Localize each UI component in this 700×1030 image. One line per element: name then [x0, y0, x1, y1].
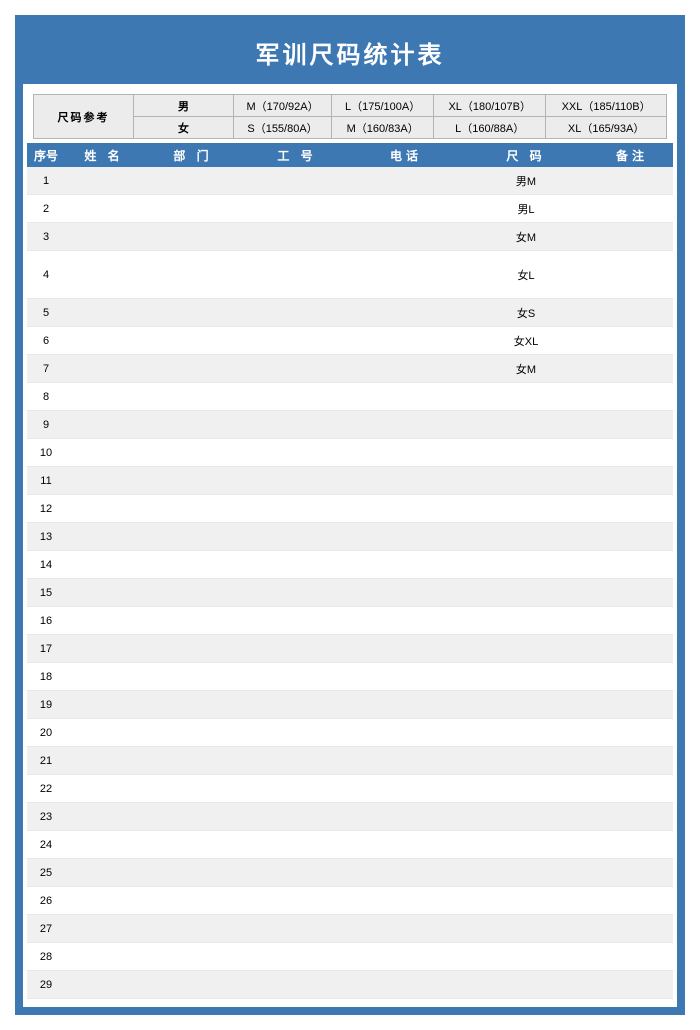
table-row: 13: [27, 523, 673, 551]
cell-seq: 23: [27, 811, 65, 823]
cell-seq: 12: [27, 503, 65, 515]
cell-seq: 2: [27, 203, 65, 215]
ref-gender-female: 女: [134, 117, 234, 139]
header-seq: 序号: [27, 147, 65, 164]
table-row: 1 男M: [27, 167, 673, 195]
cell-seq: 26: [27, 895, 65, 907]
cell-seq: 21: [27, 755, 65, 767]
cell-seq: 4: [27, 269, 65, 281]
cell-seq: 3: [27, 231, 65, 243]
table-body: 1 男M 2 男L 3 女M 4 女L 5 女S 6 女XL 7 女M 8 9 10 11 12 13 14 15 16 17…: [23, 167, 677, 999]
header-note: 备注: [591, 147, 673, 164]
cell-seq: 29: [27, 979, 65, 991]
cell-size: 女L: [461, 267, 591, 283]
ref-size-cell: M（160/83A）: [332, 117, 434, 139]
table-header-row: 序号 姓 名 部 门 工 号 电话 尺 码 备注: [27, 143, 673, 167]
cell-seq: 20: [27, 727, 65, 739]
table-row: 28: [27, 943, 673, 971]
table-row: 26: [27, 887, 673, 915]
table-row: 24: [27, 831, 673, 859]
table-row: 23: [27, 803, 673, 831]
cell-size: 女XL: [461, 333, 591, 349]
table-row: 9: [27, 411, 673, 439]
cell-seq: 6: [27, 335, 65, 347]
table-row: 16: [27, 607, 673, 635]
header-phone: 电话: [351, 147, 461, 164]
cell-seq: 18: [27, 671, 65, 683]
cell-size: 男L: [461, 201, 591, 217]
cell-seq: 22: [27, 783, 65, 795]
document-container: 军训尺码统计表 尺码参考 男 M（170/92A） L（175/100A） XL…: [15, 15, 685, 1015]
table-row: 22: [27, 775, 673, 803]
table-row: 27: [27, 915, 673, 943]
table-row: 17: [27, 635, 673, 663]
table-row: 2 男L: [27, 195, 673, 223]
table-row: 19: [27, 691, 673, 719]
header-id: 工 号: [243, 147, 351, 164]
ref-label: 尺码参考: [34, 95, 134, 139]
cell-seq: 16: [27, 615, 65, 627]
cell-seq: 9: [27, 419, 65, 431]
cell-seq: 1: [27, 175, 65, 187]
cell-seq: 17: [27, 643, 65, 655]
cell-size: 男M: [461, 173, 591, 189]
table-row: 21: [27, 747, 673, 775]
table-row: 8: [27, 383, 673, 411]
table-row: 20: [27, 719, 673, 747]
table-row: 25: [27, 859, 673, 887]
size-reference-table: 尺码参考 男 M（170/92A） L（175/100A） XL（180/107…: [33, 94, 667, 139]
cell-size: 女M: [461, 361, 591, 377]
ref-size-cell: M（170/92A）: [234, 95, 332, 117]
cell-seq: 15: [27, 587, 65, 599]
cell-seq: 7: [27, 363, 65, 375]
cell-seq: 19: [27, 699, 65, 711]
cell-seq: 8: [27, 391, 65, 403]
ref-size-cell: S（155/80A）: [234, 117, 332, 139]
header-size: 尺 码: [461, 147, 591, 164]
table-row: 12: [27, 495, 673, 523]
table-row: 29: [27, 971, 673, 999]
ref-size-cell: XL（165/93A）: [546, 117, 667, 139]
ref-row-male: 尺码参考 男 M（170/92A） L（175/100A） XL（180/107…: [34, 95, 667, 117]
cell-seq: 27: [27, 923, 65, 935]
ref-gender-male: 男: [134, 95, 234, 117]
ref-size-cell: L（160/88A）: [434, 117, 546, 139]
page-title: 军训尺码统计表: [23, 23, 677, 84]
table-row: 4 女L: [27, 251, 673, 299]
header-name: 姓 名: [65, 147, 143, 164]
table-row: 18: [27, 663, 673, 691]
table-row: 10: [27, 439, 673, 467]
table-row: 11: [27, 467, 673, 495]
header-dept: 部 门: [143, 147, 243, 164]
table-row: 14: [27, 551, 673, 579]
ref-size-cell: XL（180/107B）: [434, 95, 546, 117]
cell-seq: 28: [27, 951, 65, 963]
cell-seq: 13: [27, 531, 65, 543]
cell-size: 女S: [461, 305, 591, 321]
table-row: 7 女M: [27, 355, 673, 383]
cell-seq: 11: [27, 475, 65, 487]
table-row: 6 女XL: [27, 327, 673, 355]
table-row: 5 女S: [27, 299, 673, 327]
ref-size-cell: L（175/100A）: [332, 95, 434, 117]
table-row: 15: [27, 579, 673, 607]
table-row: 3 女M: [27, 223, 673, 251]
cell-size: 女M: [461, 229, 591, 245]
cell-seq: 5: [27, 307, 65, 319]
cell-seq: 14: [27, 559, 65, 571]
cell-seq: 10: [27, 447, 65, 459]
cell-seq: 25: [27, 867, 65, 879]
ref-size-cell: XXL（185/110B）: [546, 95, 667, 117]
cell-seq: 24: [27, 839, 65, 851]
